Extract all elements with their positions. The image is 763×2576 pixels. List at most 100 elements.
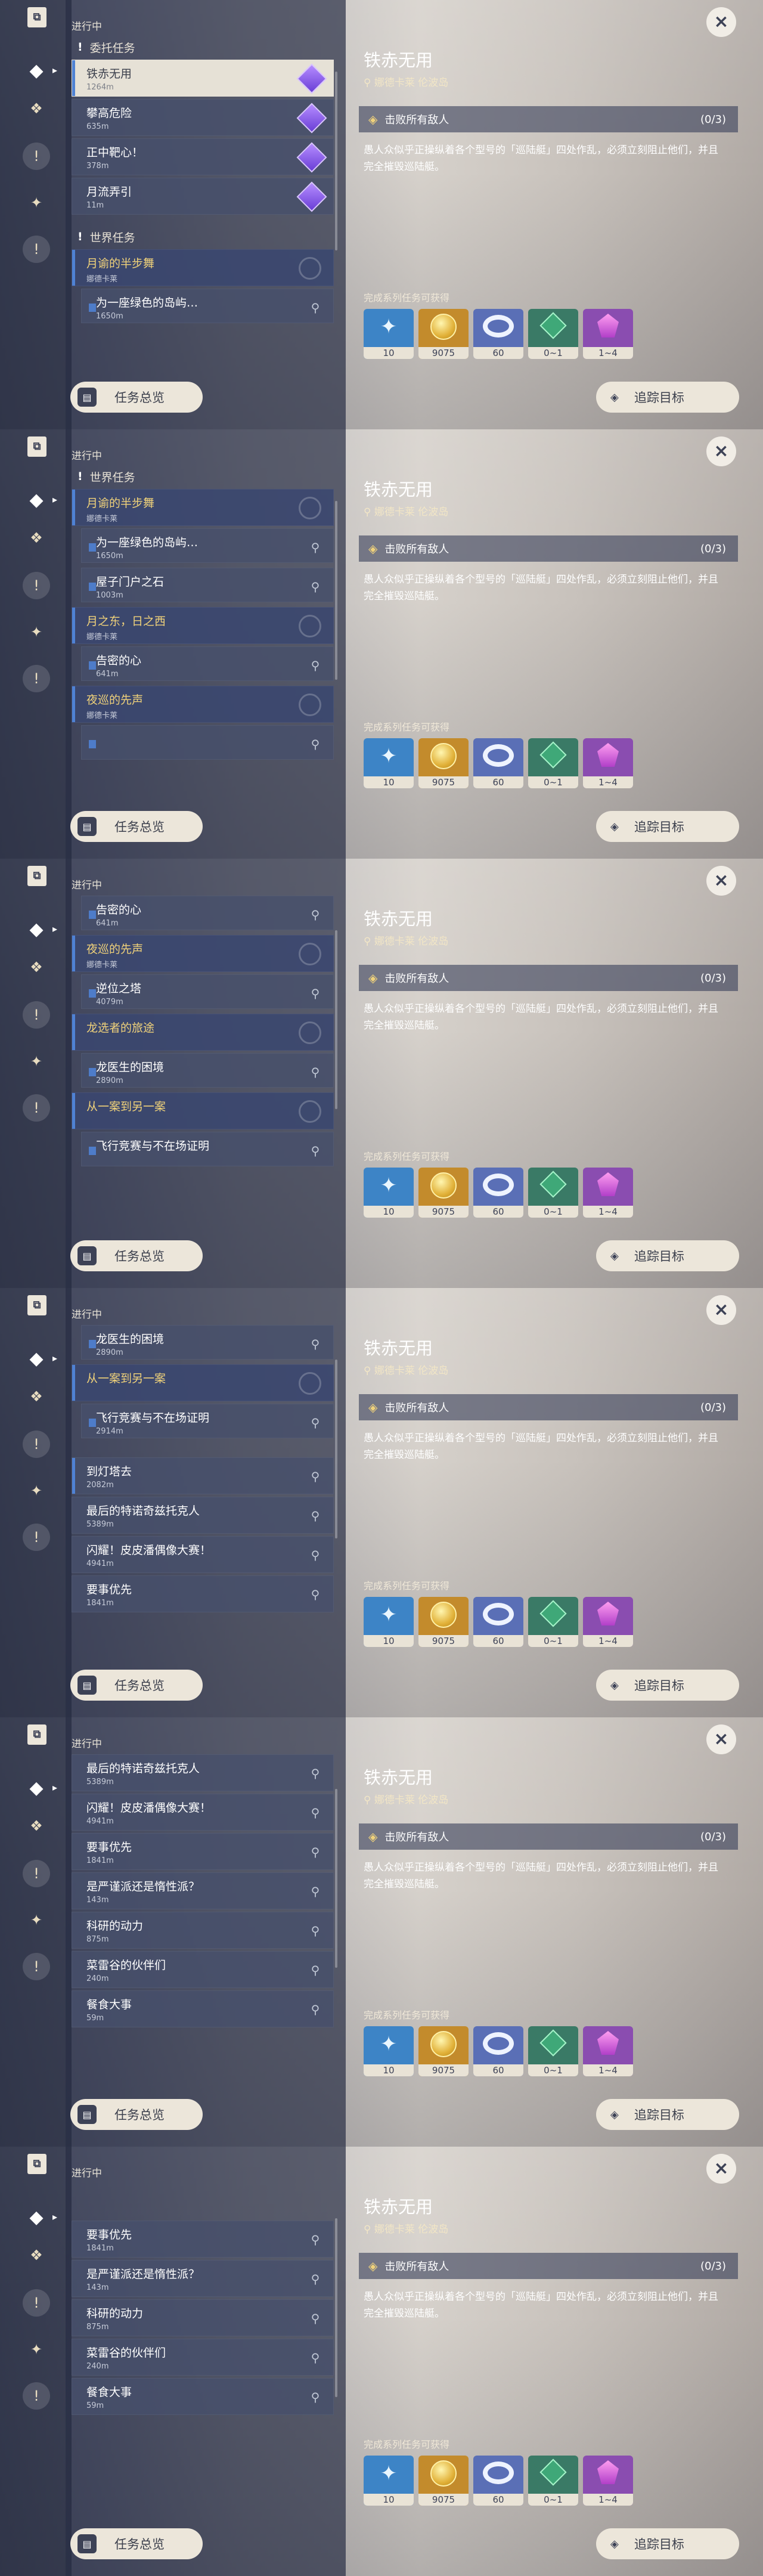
- story-quest-icon[interactable]: ❖: [23, 1812, 50, 1840]
- quest-overview-button[interactable]: ▤ 任务总览: [70, 382, 203, 413]
- commission-icon[interactable]: ✦: [23, 2336, 50, 2363]
- track-target-button[interactable]: ◈ 追踪目标: [596, 1240, 739, 1271]
- story-quest-icon[interactable]: ❖: [23, 953, 50, 981]
- commission-icon[interactable]: ✦: [23, 189, 50, 216]
- quest-card[interactable]: 月之东，日之西 娜德卡莱: [72, 607, 334, 644]
- quest-card[interactable]: 科研的动力 875m ⚲: [72, 1912, 334, 1949]
- reward-item[interactable]: 1~4: [583, 1168, 633, 1218]
- quest-book-tab-icon[interactable]: ⧉: [27, 7, 46, 27]
- list-scrollbar[interactable]: [335, 72, 337, 250]
- quest-card[interactable]: 餐食大事 59m ⚲: [72, 2378, 334, 2415]
- reward-item[interactable]: ✦ 10: [364, 738, 414, 788]
- quest-card[interactable]: 要事优先 1841m ⚲: [72, 1575, 334, 1612]
- quest-card[interactable]: 到灯塔去 2082m ⚲: [72, 1457, 334, 1494]
- event-quest-icon[interactable]: !: [23, 1094, 50, 1122]
- quest-card[interactable]: 最后的特诺奇兹托克人 5389m ⚲: [72, 1754, 334, 1791]
- reward-item[interactable]: 60: [473, 1168, 523, 1218]
- quest-overview-button[interactable]: ▤ 任务总览: [70, 2099, 203, 2130]
- event-quest-icon[interactable]: !: [23, 2382, 50, 2410]
- quest-card[interactable]: 飞行竞赛与不在场证明 2914m ⚲: [81, 1404, 334, 1438]
- quest-card[interactable]: 要事优先 1841m ⚲: [72, 2221, 334, 2258]
- quest-card[interactable]: 月谕的半步舞 娜德卡莱: [72, 249, 334, 286]
- quest-book-tab-icon[interactable]: ⧉: [27, 866, 46, 886]
- list-scrollbar[interactable]: [335, 1789, 337, 1968]
- quest-card[interactable]: 月流弄引 11m: [72, 178, 334, 215]
- quest-card[interactable]: 告密的心 641m ⚲: [81, 896, 334, 930]
- reward-item[interactable]: ✦ 10: [364, 1168, 414, 1218]
- reward-item[interactable]: 1~4: [583, 309, 633, 359]
- quest-card[interactable]: 菜雷谷的伙伴们 240m ⚲: [72, 2339, 334, 2376]
- reward-item[interactable]: ✦ 10: [364, 2026, 414, 2076]
- quest-card[interactable]: 屋子门户之石 1003m ⚲: [81, 568, 334, 602]
- quest-card[interactable]: 餐食大事 59m ⚲: [72, 1990, 334, 2027]
- quest-card[interactable]: 闪耀！皮皮潘偶像大赛！ 4941m ⚲: [72, 1794, 334, 1831]
- reward-item[interactable]: 0~1: [528, 1597, 578, 1647]
- close-icon[interactable]: ×: [706, 436, 736, 466]
- reward-item[interactable]: 60: [473, 738, 523, 788]
- quest-card[interactable]: 攀高危险 635m: [72, 99, 334, 136]
- reward-item[interactable]: 60: [473, 2026, 523, 2076]
- archon-quest-icon[interactable]: ◆: [23, 486, 50, 513]
- reward-item[interactable]: 1~4: [583, 1597, 633, 1647]
- archon-quest-icon[interactable]: ◆: [23, 915, 50, 943]
- commission-icon[interactable]: ✦: [23, 618, 50, 646]
- quest-overview-button[interactable]: ▤ 任务总览: [70, 2528, 203, 2559]
- track-target-button[interactable]: ◈ 追踪目标: [596, 2099, 739, 2130]
- reward-item[interactable]: 9075: [418, 1597, 469, 1647]
- event-quest-icon[interactable]: !: [23, 1953, 50, 1980]
- event-quest-icon[interactable]: !: [23, 1524, 50, 1551]
- archon-quest-icon[interactable]: ◆: [23, 57, 50, 84]
- quest-card[interactable]: 为一座绿色的岛屿… 1650m ⚲: [81, 528, 334, 563]
- world-quest-icon[interactable]: !: [23, 2289, 50, 2317]
- story-quest-icon[interactable]: ❖: [23, 1383, 50, 1410]
- reward-item[interactable]: 9075: [418, 2026, 469, 2076]
- quest-card[interactable]: 铁赤无用 1264m: [72, 60, 334, 97]
- reward-item[interactable]: 1~4: [583, 2456, 633, 2506]
- quest-card[interactable]: 从一案到另一案: [72, 1092, 334, 1129]
- quest-card[interactable]: 从一案到另一案: [72, 1364, 334, 1401]
- reward-item[interactable]: ✦ 10: [364, 309, 414, 359]
- event-quest-icon[interactable]: !: [23, 665, 50, 692]
- quest-book-tab-icon[interactable]: ⧉: [27, 2154, 46, 2174]
- quest-card[interactable]: 夜巡的先声 娜德卡莱: [72, 686, 334, 723]
- world-quest-icon[interactable]: !: [23, 1860, 50, 1887]
- list-scrollbar[interactable]: [335, 501, 337, 680]
- story-quest-icon[interactable]: ❖: [23, 524, 50, 552]
- reward-item[interactable]: ✦ 10: [364, 1597, 414, 1647]
- commission-icon[interactable]: ✦: [23, 1477, 50, 1504]
- quest-card[interactable]: 最后的特诺奇兹托克人 5389m ⚲: [72, 1497, 334, 1534]
- quest-card[interactable]: 为一座绿色的岛屿… 1650m ⚲: [81, 289, 334, 323]
- quest-book-tab-icon[interactable]: ⧉: [27, 1724, 46, 1745]
- track-target-button[interactable]: ◈ 追踪目标: [596, 2528, 739, 2559]
- quest-book-tab-icon[interactable]: ⧉: [27, 436, 46, 457]
- reward-item[interactable]: 0~1: [528, 738, 578, 788]
- reward-item[interactable]: 0~1: [528, 309, 578, 359]
- quest-card[interactable]: 闪耀！皮皮潘偶像大赛！ 4941m ⚲: [72, 1536, 334, 1573]
- quest-card[interactable]: 龙医生的困境 2890m ⚲: [81, 1053, 334, 1088]
- reward-item[interactable]: 9075: [418, 738, 469, 788]
- close-icon[interactable]: ×: [706, 7, 736, 37]
- quest-card[interactable]: 龙选者的旅途: [72, 1014, 334, 1051]
- quest-card[interactable]: 龙医生的困境 2890m ⚲: [81, 1325, 334, 1360]
- commission-icon[interactable]: ✦: [23, 1906, 50, 1934]
- reward-item[interactable]: ✦ 10: [364, 2456, 414, 2506]
- quest-card[interactable]: 是严谨派还是惰性派？ 143m ⚲: [72, 2260, 334, 2297]
- close-icon[interactable]: ×: [706, 2154, 736, 2184]
- quest-card[interactable]: 夜巡的先声 娜德卡莱: [72, 935, 334, 972]
- quest-overview-button[interactable]: ▤ 任务总览: [70, 1670, 203, 1701]
- reward-item[interactable]: 9075: [418, 1168, 469, 1218]
- track-target-button[interactable]: ◈ 追踪目标: [596, 382, 739, 413]
- close-icon[interactable]: ×: [706, 1724, 736, 1754]
- quest-card[interactable]: 正中靶心！ 378m: [72, 138, 334, 175]
- close-icon[interactable]: ×: [706, 1295, 736, 1325]
- reward-item[interactable]: 0~1: [528, 2026, 578, 2076]
- reward-item[interactable]: 9075: [418, 2456, 469, 2506]
- list-scrollbar[interactable]: [335, 2218, 337, 2397]
- world-quest-icon[interactable]: !: [23, 1431, 50, 1458]
- quest-card[interactable]: 菜雷谷的伙伴们 240m ⚲: [72, 1951, 334, 1988]
- list-scrollbar[interactable]: [335, 930, 337, 1109]
- reward-item[interactable]: 60: [473, 1597, 523, 1647]
- commission-icon[interactable]: ✦: [23, 1048, 50, 1075]
- quest-card[interactable]: 告密的心 641m ⚲: [81, 646, 334, 681]
- world-quest-icon[interactable]: !: [23, 1001, 50, 1029]
